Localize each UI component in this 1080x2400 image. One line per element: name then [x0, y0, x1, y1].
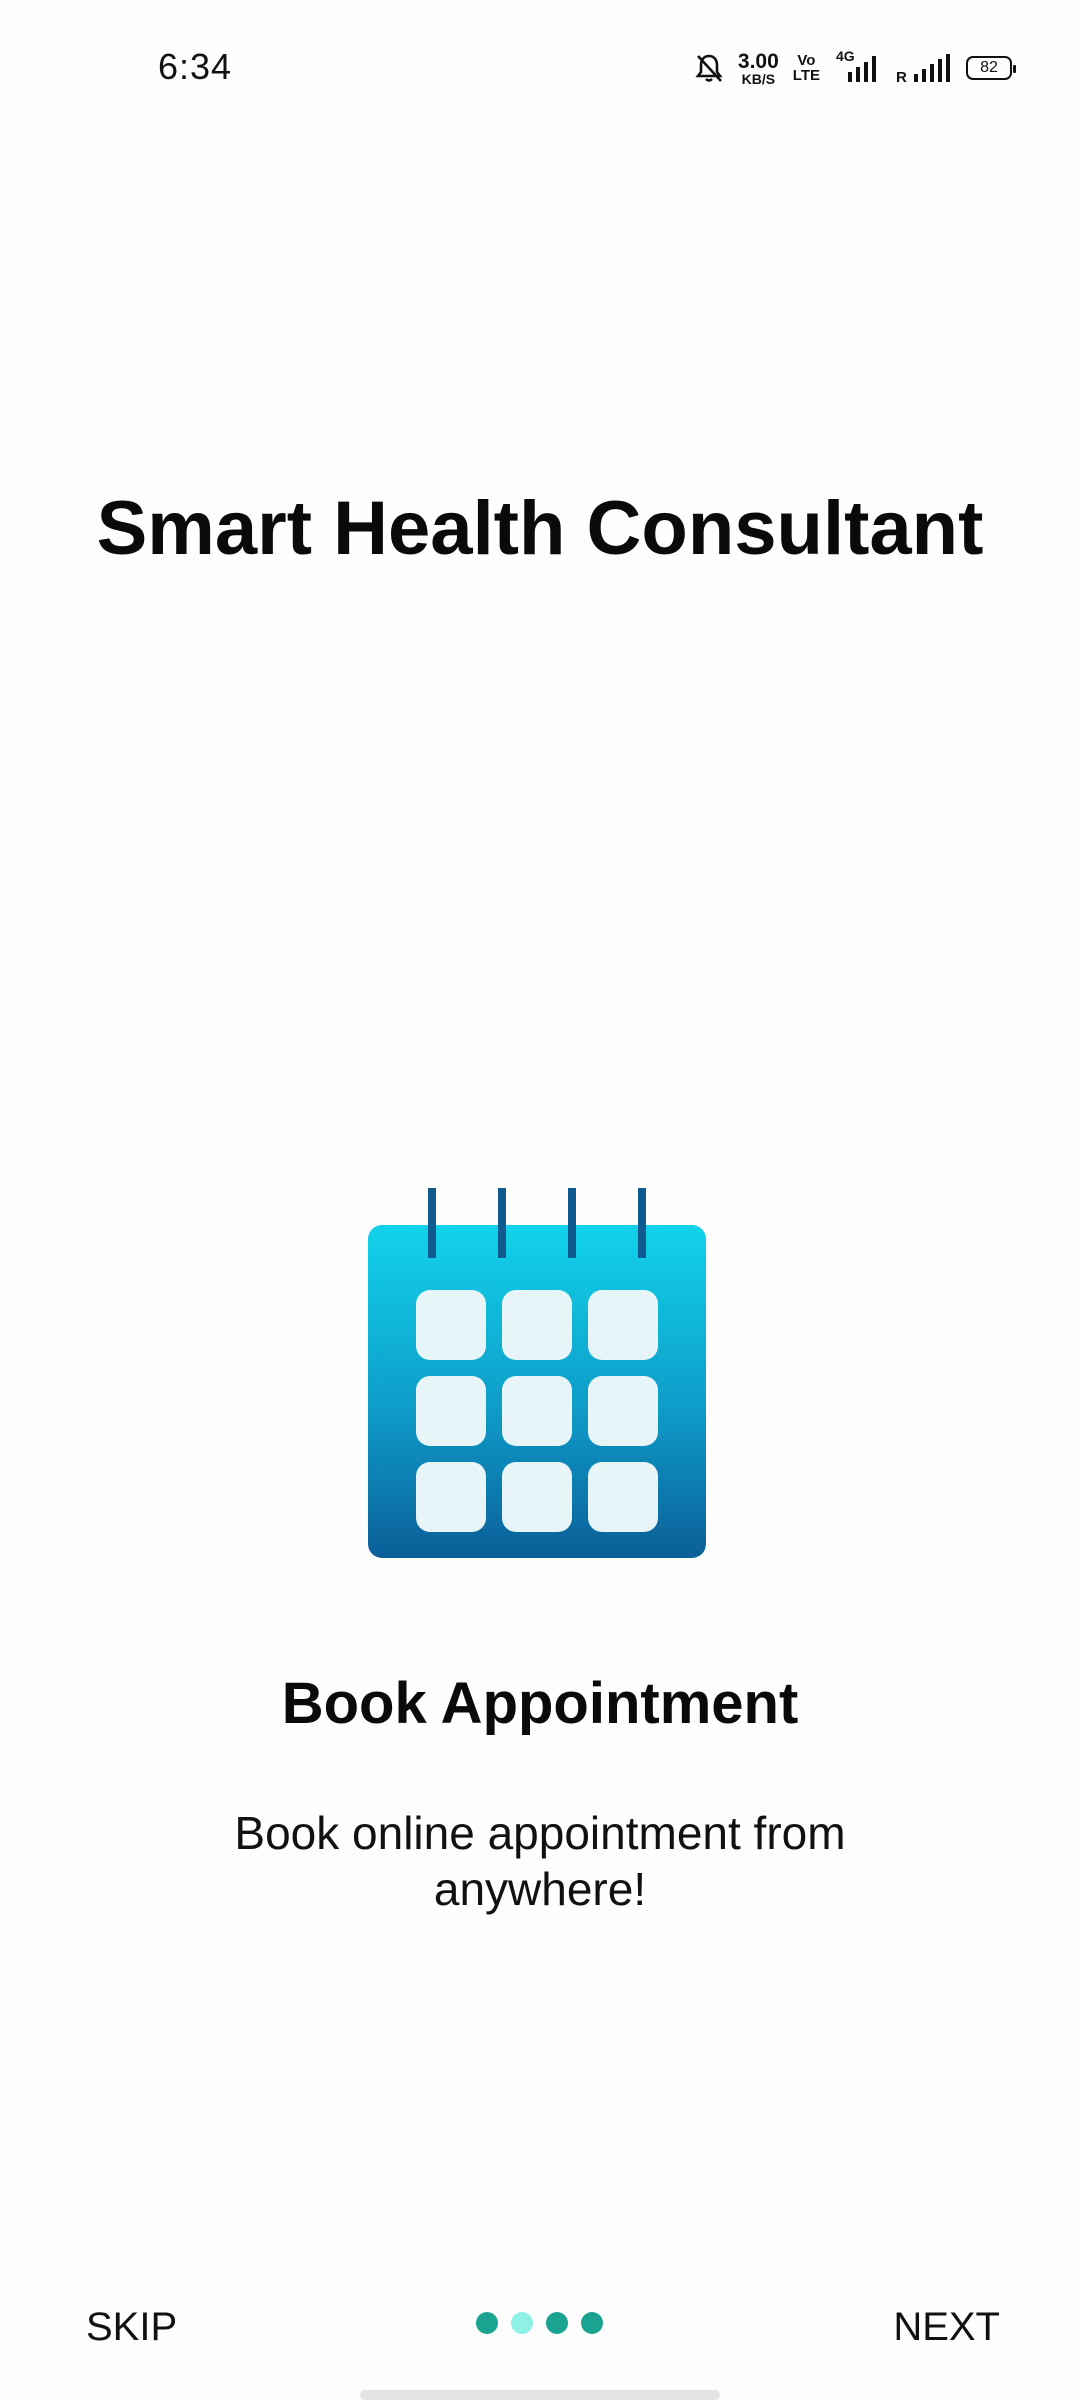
slide-description: Book online appointment from anywhere!	[234, 1807, 846, 1915]
slide-title: Book Appointment	[281, 1671, 799, 1736]
calendar-icon	[366, 1180, 708, 1560]
page-dot-active[interactable]	[511, 2312, 533, 2334]
battery-level: 82	[980, 59, 998, 76]
network-speed-value: 3.00	[737, 49, 779, 73]
network-type: 4G	[836, 48, 855, 64]
onboarding-screen: 6:34 3.00 KB/S Vo LTE 4G R 82 Smart Heal…	[0, 0, 1080, 2400]
network-speed-unit: KB/S	[741, 70, 776, 87]
mute-bell-icon	[694, 52, 724, 84]
volte-bottom: LTE	[792, 67, 820, 84]
page-dot[interactable]	[581, 2312, 603, 2334]
volte-top: Vo	[797, 52, 816, 69]
volte-indicator: Vo LTE	[793, 53, 820, 83]
page-dot[interactable]	[546, 2312, 568, 2334]
network-speed: 3.00 KB/S	[738, 51, 779, 86]
signal-icon: 4G	[834, 48, 882, 84]
gesture-bar[interactable]	[360, 2390, 720, 2400]
battery-icon: 82	[966, 56, 1016, 80]
page-indicator	[476, 2312, 603, 2334]
roaming-signal-icon: R	[896, 52, 952, 86]
status-bar: 6:34 3.00 KB/S Vo LTE 4G R 82	[0, 0, 1080, 130]
skip-button[interactable]: SKIP	[86, 2305, 177, 2350]
roaming-indicator: R	[896, 69, 907, 86]
page-dot[interactable]	[476, 2312, 498, 2334]
status-icons: 3.00 KB/S Vo LTE 4G R 82	[694, 48, 1016, 88]
status-time: 6:34	[158, 46, 233, 87]
app-title: Smart Health Consultant	[96, 486, 984, 571]
next-button[interactable]: NEXT	[893, 2305, 1000, 2350]
